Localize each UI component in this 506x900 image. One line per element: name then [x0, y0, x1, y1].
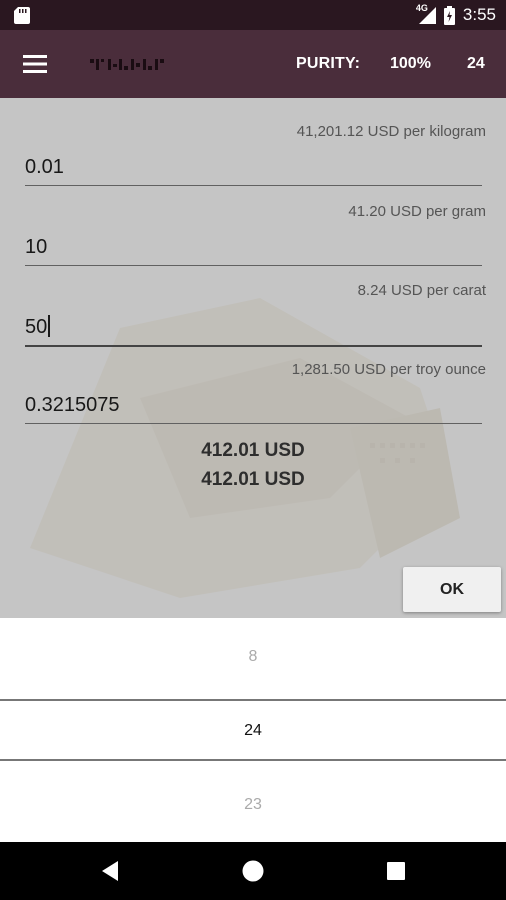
dialog-scrim	[0, 98, 506, 618]
sd-card-icon	[14, 7, 30, 24]
purity-label: PURITY:	[296, 55, 361, 72]
app-bar: PURITY: 100% 24	[0, 30, 506, 98]
signal-icon: 4G	[415, 3, 436, 24]
picker-divider-top	[0, 699, 506, 701]
picker-option-below[interactable]: 23	[0, 796, 506, 814]
back-icon[interactable]	[98, 858, 124, 884]
picker-option-above[interactable]: 8	[0, 648, 506, 666]
ok-button[interactable]: OK	[403, 567, 501, 612]
navigation-bar	[0, 842, 506, 900]
app-logo	[90, 59, 164, 70]
clock: 3:55	[462, 5, 496, 24]
picker-divider-bottom	[0, 759, 506, 761]
status-bar: 4G 3:55	[0, 0, 506, 30]
karat-value[interactable]: 24	[467, 55, 485, 73]
karat-picker[interactable]: 8 24 23	[0, 618, 506, 842]
recents-icon[interactable]	[383, 858, 409, 884]
purity-value[interactable]: 100%	[390, 55, 431, 73]
menu-icon[interactable]	[20, 50, 50, 78]
battery-icon	[443, 5, 455, 25]
converter-panel: 41,201.12 USD per kilogram 0.01 41.20 US…	[0, 98, 506, 618]
picker-option-selected[interactable]: 24	[0, 722, 506, 740]
home-icon[interactable]	[240, 858, 266, 884]
network-type: 4G	[415, 3, 428, 13]
